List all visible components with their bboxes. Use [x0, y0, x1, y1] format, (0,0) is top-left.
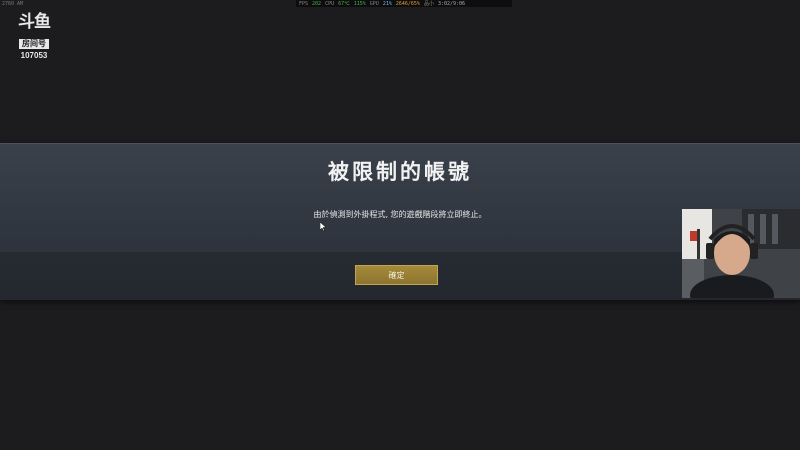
- confirm-button[interactable]: 確定: [355, 265, 438, 285]
- mouse-cursor-icon: [320, 222, 326, 231]
- perf-value-gpu: 21%: [382, 0, 392, 7]
- perf-label-fps: FPS: [299, 0, 309, 7]
- perf-value-usage: 115%: [353, 0, 366, 7]
- dialog-title: 被限制的帳號: [328, 160, 472, 184]
- perf-value-cpu: 67℃: [338, 0, 350, 7]
- douyu-logo: 斗鱼: [18, 12, 51, 32]
- perf-label-cpu: CPU: [325, 0, 335, 7]
- perf-value-clock: 3:02/9:06: [437, 0, 466, 7]
- dialog-message: 由於偵測到外掛程式, 您的遊戲階段將立即終止。: [313, 210, 487, 219]
- streamer-camera-image: [682, 209, 800, 298]
- perf-value-fps: 202: [312, 0, 322, 7]
- room-number: 107053: [20, 51, 48, 60]
- douyu-watermark: 斗鱼 房间号 107053: [10, 14, 58, 61]
- corner-status-text: 2760 AM: [2, 1, 24, 7]
- perf-label-clock: 品小: [423, 1, 434, 7]
- webcam-overlay: [682, 209, 800, 298]
- perf-label-gpu: GPU: [369, 0, 379, 7]
- room-label: 房间号: [19, 39, 49, 49]
- performance-overlay: FPS 202 CPU 67℃ 115% GPU 21% 2646/65% 品小…: [296, 0, 512, 7]
- perf-value-memory: 2646/65%: [395, 0, 420, 7]
